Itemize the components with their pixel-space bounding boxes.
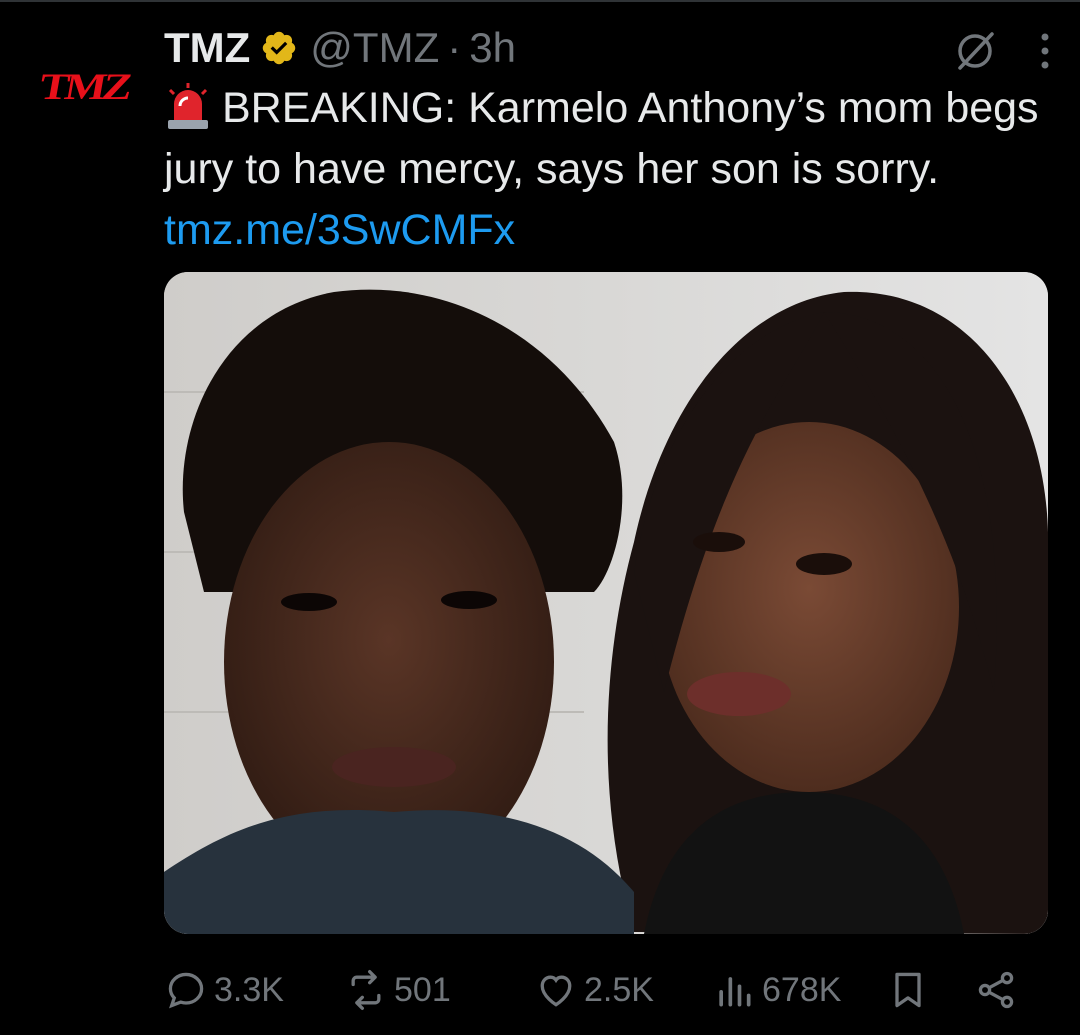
analytics-icon — [719, 977, 751, 1007]
reply-count: 3.3K — [214, 970, 284, 1009]
heart-icon — [540, 975, 572, 1007]
timestamp[interactable]: 3h — [469, 24, 516, 72]
reply-button[interactable]: 3.3K — [164, 962, 284, 1018]
repost-button[interactable]: 501 — [344, 962, 451, 1018]
divider — [0, 0, 1080, 2]
share-icon — [978, 971, 1014, 1009]
tweet-header: TMZ @TMZ · 3h — [164, 20, 516, 76]
siren-icon — [164, 82, 212, 130]
reply-icon — [168, 972, 204, 1009]
tweet-body: BREAKING: Karmelo Anthony’s mom begs jur… — [164, 84, 1039, 193]
views-count: 678K — [762, 970, 842, 1009]
avatar[interactable]: TMZ — [28, 56, 140, 116]
grok-icon[interactable] — [950, 26, 1000, 76]
tweet-photo[interactable] — [164, 272, 1048, 934]
separator-dot: · — [447, 24, 462, 71]
like-count: 2.5K — [584, 970, 654, 1009]
tweet-card[interactable]: TMZ TMZ @TMZ · 3h BREAKING: Karmelo Anth… — [0, 0, 1080, 1035]
more-options-icon[interactable] — [1040, 31, 1050, 71]
user-handle[interactable]: @TMZ — [310, 24, 439, 72]
tweet-actions: 3.3K 501 2.5K 678K — [164, 962, 1034, 1018]
tmz-logo: TMZ — [36, 65, 132, 107]
display-name[interactable]: TMZ — [164, 24, 250, 72]
views-button[interactable]: 678K — [712, 962, 841, 1018]
bookmark-icon — [895, 972, 921, 1008]
repost-icon — [351, 970, 381, 1010]
like-button[interactable]: 2.5K — [534, 962, 654, 1018]
tweet-text: BREAKING: Karmelo Anthony’s mom begs jur… — [164, 78, 1044, 261]
share-button[interactable] — [974, 962, 1018, 1018]
verified-badge-icon[interactable] — [260, 29, 298, 67]
tweet-link[interactable]: tmz.me/3SwCMFx — [164, 206, 515, 254]
repost-count: 501 — [394, 970, 451, 1009]
bookmark-button[interactable] — [886, 962, 930, 1018]
header-actions — [950, 26, 1050, 76]
